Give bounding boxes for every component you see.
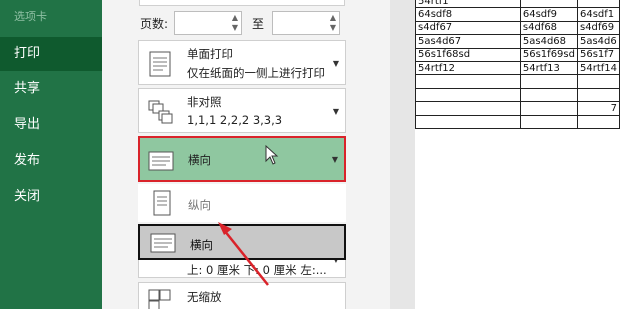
annotation-layer bbox=[218, 144, 279, 286]
mouse-cursor-icon bbox=[265, 144, 279, 165]
red-arrow-annotation bbox=[218, 222, 269, 286]
